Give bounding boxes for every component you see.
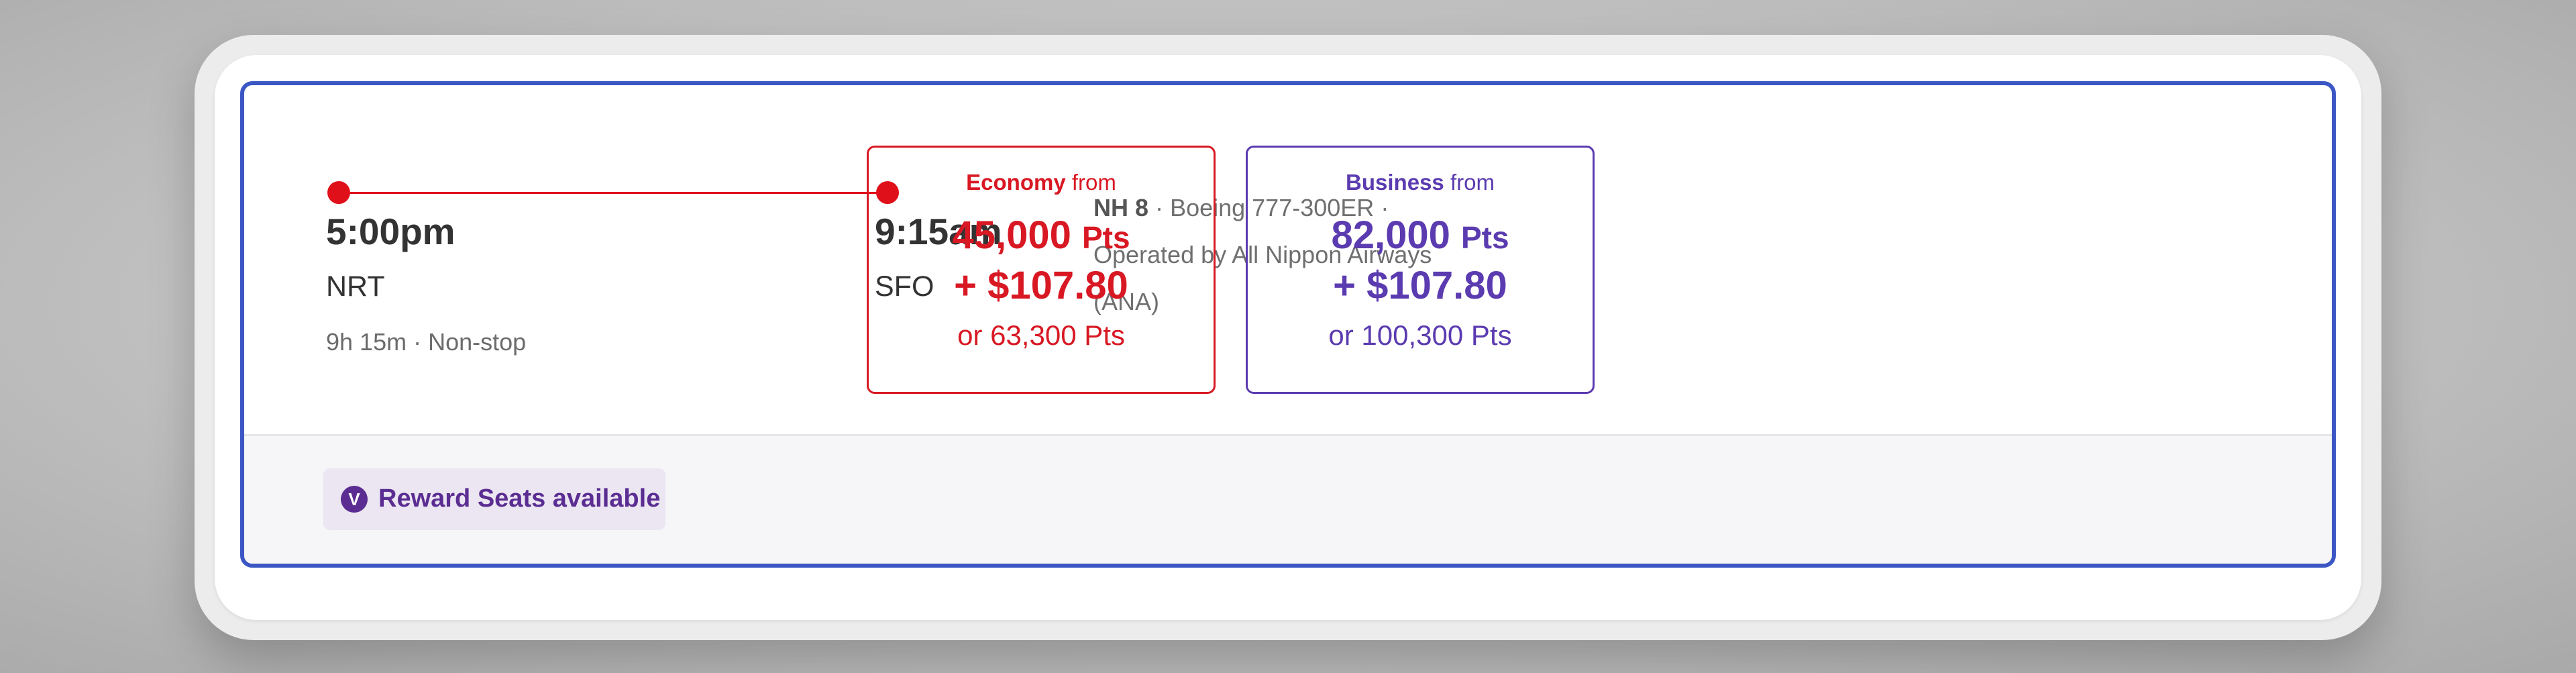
departure-airport: NRT xyxy=(326,270,385,303)
business-points-unit: Pts xyxy=(1460,220,1509,255)
reward-seats-label: Reward Seats available xyxy=(378,484,661,513)
business-fare-button[interactable]: Business from 82,000 Pts + $107.80 or 10… xyxy=(1246,146,1595,394)
flight-stops: Non-stop xyxy=(428,328,527,356)
economy-fare-heading: Economy from xyxy=(869,170,1214,195)
departure-dot xyxy=(327,181,350,204)
reward-seats-badge[interactable]: V Reward Seats available xyxy=(323,468,665,530)
economy-cash: + $107.80 xyxy=(954,264,1128,307)
card-footer: V Reward Seats available xyxy=(244,434,2332,564)
economy-price: 45,000 Pts + $107.80 xyxy=(869,211,1214,310)
economy-points-unit: Pts xyxy=(1081,220,1130,255)
economy-from-label: from xyxy=(1071,170,1116,195)
business-from-label: from xyxy=(1450,170,1495,195)
flight-result-card[interactable]: 5:00pm NRT 9:15am SFO 9h 15m · Non-stop … xyxy=(240,81,2336,568)
business-points: 82,000 xyxy=(1331,213,1450,257)
economy-fare-button[interactable]: Economy from 45,000 Pts + $107.80 or 63,… xyxy=(867,146,1216,394)
flight-duration-stops: 9h 15m · Non-stop xyxy=(326,328,526,356)
departure-time: 5:00pm xyxy=(326,211,455,252)
business-alternative-points: or 100,300 Pts xyxy=(1328,319,1512,351)
route-line xyxy=(349,192,879,194)
business-fare-heading: Business from xyxy=(1248,170,1593,195)
reward-v-icon: V xyxy=(341,486,368,513)
business-price: 82,000 Pts + $107.80 xyxy=(1248,211,1593,310)
economy-alternative-points: or 63,300 Pts xyxy=(957,319,1125,351)
separator: · xyxy=(413,328,422,356)
business-cabin-label: Business xyxy=(1346,170,1444,195)
economy-cabin-label: Economy xyxy=(966,170,1066,195)
flight-duration: 9h 15m xyxy=(326,328,407,356)
business-cash: + $107.80 xyxy=(1333,264,1507,307)
economy-points: 45,000 xyxy=(952,213,1071,257)
